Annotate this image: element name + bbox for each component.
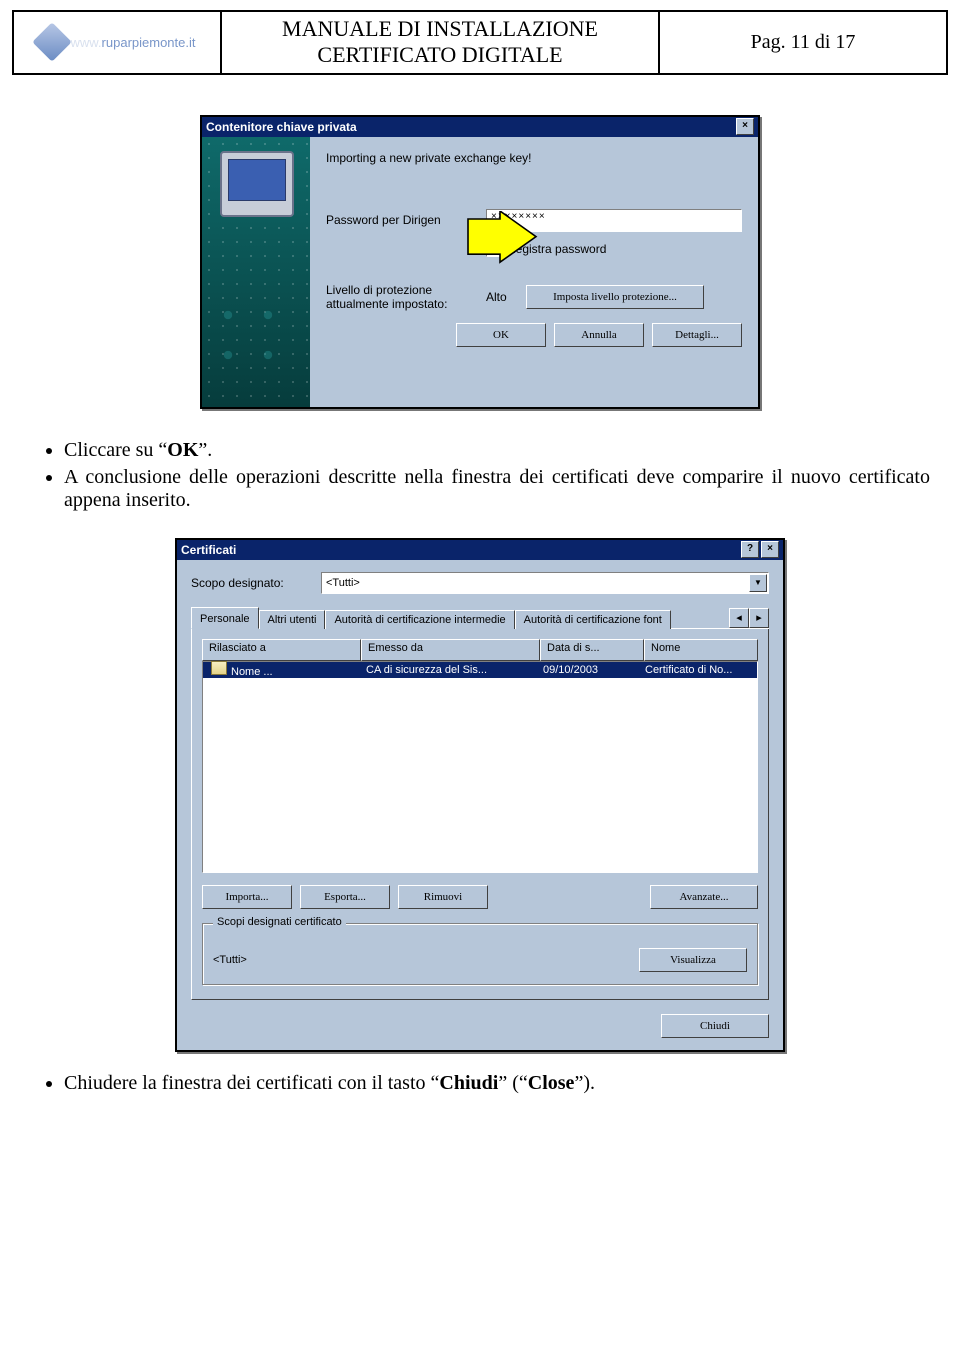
tab-ca-font[interactable]: Autorità di certificazione font: [515, 610, 671, 629]
page-header: www.ruparpiemonte.it MANUALE DI INSTALLA…: [12, 10, 948, 75]
tab-ca-intermedie[interactable]: Autorità di certificazione intermedie: [325, 610, 514, 629]
help-icon[interactable]: ?: [741, 541, 759, 558]
titlebar: Contenitore chiave privata ×: [202, 117, 758, 137]
scope-label: Scopo designato:: [191, 576, 321, 590]
certificates-dialog: Certificati ? × Scopo designato: <Tutti>…: [175, 538, 785, 1052]
doc-title-line1: MANUALE DI INSTALLAZIONE: [282, 16, 598, 42]
view-button[interactable]: Visualizza: [639, 948, 747, 972]
close-icon[interactable]: ×: [761, 541, 779, 558]
cert-list[interactable]: Nome ... CA di sicurezza del Sis... 09/1…: [202, 661, 758, 873]
bullet-conclusion: A conclusione delle operazioni descritte…: [64, 466, 930, 512]
col-emesso-da[interactable]: Emesso da: [361, 639, 540, 661]
dialog-title: Contenitore chiave privata: [206, 120, 357, 134]
tab-scroll-left-button[interactable]: ◂: [729, 608, 749, 628]
titlebar: Certificati ? ×: [177, 540, 783, 560]
cancel-button[interactable]: Annulla: [554, 323, 644, 347]
tab-personale[interactable]: Personale: [191, 607, 259, 629]
logo-cell: www.ruparpiemonte.it: [14, 12, 222, 73]
scopes-group: Scopi designati certificato <Tutti> Visu…: [202, 923, 758, 985]
col-nome[interactable]: Nome: [644, 639, 758, 661]
advanced-button[interactable]: Avanzate...: [650, 885, 758, 909]
import-message: Importing a new private exchange key!: [326, 151, 742, 165]
list-header: Rilasciato a Emesso da Data di s... Nome: [202, 639, 758, 661]
certificate-icon: [211, 661, 227, 675]
ok-button[interactable]: OK: [456, 323, 546, 347]
instruction-block-2: Chiudere la finestra dei certificati con…: [30, 1072, 930, 1095]
chevron-down-icon[interactable]: ▼: [749, 574, 767, 592]
keys-icon: [216, 303, 294, 383]
monitor-icon: [220, 151, 294, 217]
scopes-value: <Tutti>: [213, 954, 247, 966]
bullet-click-ok: Cliccare su “OK”.: [64, 439, 930, 462]
protection-label: Livello di protezione attualmente impost…: [326, 283, 486, 311]
export-button[interactable]: Esporta...: [300, 885, 390, 909]
logo-text: www.ruparpiemonte.it: [70, 35, 195, 50]
logo-icon: [33, 23, 73, 63]
import-button[interactable]: Importa...: [202, 885, 292, 909]
tabbar: Personale Altri utenti Autorità di certi…: [191, 606, 769, 629]
tab-altri-utenti[interactable]: Altri utenti: [259, 610, 326, 629]
set-protection-button[interactable]: Imposta livello protezione...: [526, 285, 704, 309]
table-row[interactable]: Nome ... CA di sicurezza del Sis... 09/1…: [203, 662, 757, 678]
close-button[interactable]: Chiudi: [661, 1014, 769, 1038]
doc-title: MANUALE DI INSTALLAZIONE CERTIFICATO DIG…: [222, 12, 660, 73]
col-rilasciato-a[interactable]: Rilasciato a: [202, 639, 361, 661]
protection-value: Alto: [486, 290, 526, 304]
pointer-arrow-icon: [460, 211, 540, 275]
instruction-block-1: Cliccare su “OK”. A conclusione delle op…: [30, 439, 930, 512]
private-key-dialog: Contenitore chiave privata × Importing a…: [200, 115, 760, 409]
logo: www.ruparpiemonte.it: [38, 28, 195, 56]
dialog-title: Certificati: [181, 543, 236, 557]
remove-button[interactable]: Rimuovi: [398, 885, 488, 909]
tab-panel: Rilasciato a Emesso da Data di s... Nome…: [191, 629, 769, 1000]
page-number: Pag. 11 di 17: [660, 12, 946, 73]
sidebar-graphic: [202, 137, 310, 407]
close-icon[interactable]: ×: [736, 118, 754, 135]
scope-combo[interactable]: <Tutti> ▼: [321, 572, 769, 594]
tab-scroll-right-button[interactable]: ▸: [749, 608, 769, 628]
doc-title-line2: CERTIFICATO DIGITALE: [282, 42, 598, 68]
col-data[interactable]: Data di s...: [540, 639, 644, 661]
scopes-legend: Scopi designati certificato: [213, 916, 346, 928]
details-button[interactable]: Dettagli...: [652, 323, 742, 347]
bullet-close-window: Chiudere la finestra dei certificati con…: [64, 1072, 930, 1095]
